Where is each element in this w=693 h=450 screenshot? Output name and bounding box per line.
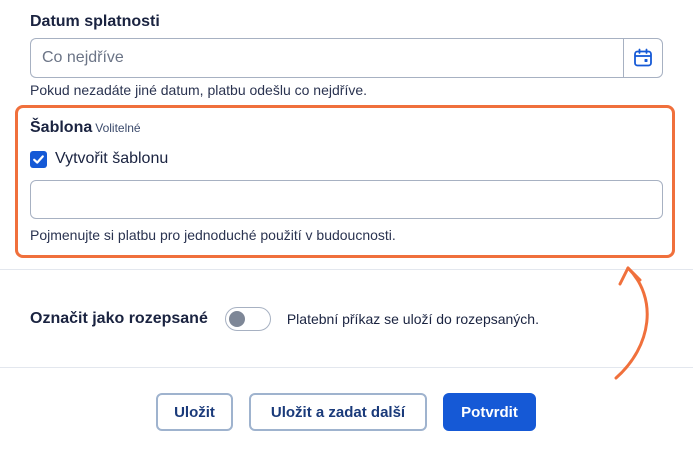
due-date-input[interactable] (30, 38, 623, 78)
template-hint: Pojmenujte si platbu pro jednoduché použ… (30, 227, 396, 243)
template-name-input[interactable] (30, 180, 663, 219)
create-template-label: Vytvořit šablonu (55, 150, 169, 167)
draft-label: Označit jako rozepsané (30, 310, 208, 327)
calendar-button[interactable] (623, 38, 663, 78)
divider-top (0, 269, 693, 270)
due-date-hint: Pokud nezadáte jiné datum, platbu odešlu… (30, 82, 368, 98)
confirm-button[interactable]: Potvrdit (443, 393, 536, 431)
save-and-next-button[interactable]: Uložit a zadat další (249, 393, 427, 431)
annotation-arrow-icon (614, 266, 649, 380)
create-template-checkbox-row[interactable]: Vytvořit šablonu (30, 150, 168, 168)
draft-toggle[interactable] (224, 307, 271, 331)
toggle-knob (228, 311, 245, 327)
due-date-field (30, 38, 663, 78)
draft-description: Platební příkaz se uloží do rozepsaných. (286, 311, 539, 327)
divider-bottom (0, 367, 693, 368)
draft-toggle-row: Označit jako rozepsané Platební příkaz s… (30, 307, 539, 331)
optional-tag: Volitelné (95, 121, 141, 135)
create-template-checkbox[interactable] (30, 150, 47, 168)
checkmark-icon (33, 154, 44, 164)
calendar-icon (634, 48, 652, 67)
due-date-label: Datum splatnosti (30, 13, 160, 30)
template-label: Šablona Volitelné (30, 119, 141, 137)
save-button[interactable]: Uložit (156, 393, 233, 431)
template-label-text: Šablona (30, 119, 93, 136)
